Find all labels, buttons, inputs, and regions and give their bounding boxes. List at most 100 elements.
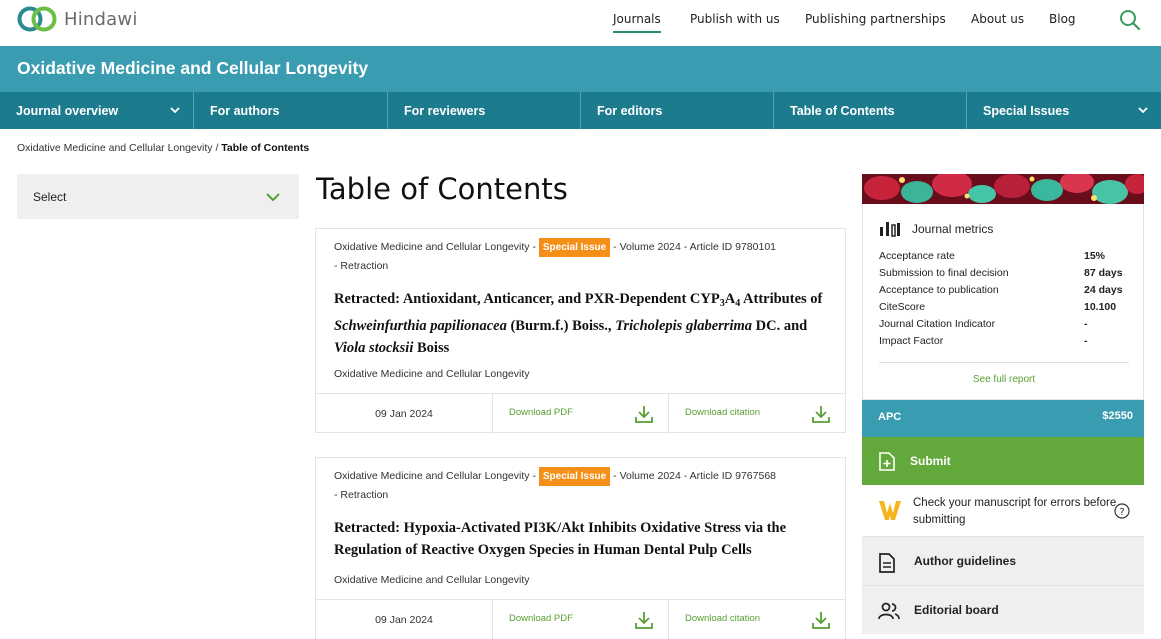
topnav-about[interactable]: About us — [971, 12, 1024, 26]
topnav-publish[interactable]: Publish with us — [690, 12, 780, 26]
article-card: Oxidative Medicine and Cellular Longevit… — [315, 228, 846, 434]
chevron-down-icon — [266, 193, 280, 202]
journal-metrics-heading: Journal metrics — [879, 221, 993, 237]
top-header: Hindawi Journals Publish with us Publish… — [0, 0, 1161, 45]
article-journal: Oxidative Medicine and Cellular Longevit… — [334, 574, 530, 586]
metric-label: CiteScore — [879, 301, 926, 313]
download-citation-button[interactable]: Download citation — [668, 394, 845, 434]
metric-row: Acceptance to publication 24 days — [879, 284, 1134, 296]
metric-value: 10.100 — [1084, 301, 1117, 313]
author-guidelines-link[interactable]: Author guidelines — [862, 536, 1144, 585]
hindawi-logo[interactable]: Hindawi — [17, 5, 138, 33]
document-add-icon — [879, 452, 895, 471]
article-card: Oxidative Medicine and Cellular Longevit… — [315, 457, 846, 639]
download-icon — [812, 406, 830, 423]
article-title-part: Retracted: Antioxidant, Anticancer, and … — [334, 291, 720, 307]
download-pdf-button[interactable]: Download PDF — [492, 600, 668, 639]
article-date: 09 Jan 2024 — [375, 408, 433, 420]
nav-table-of-contents[interactable]: Table of Contents — [774, 92, 967, 129]
special-issue-badge[interactable]: Special Issue — [538, 238, 611, 257]
journal-banner: Oxidative Medicine and Cellular Longevit… — [0, 46, 1161, 92]
topnav-partnerships[interactable]: Publishing partnerships — [805, 12, 946, 26]
metric-value: 15% — [1084, 250, 1106, 262]
breadcrumb: Oxidative Medicine and Cellular Longevit… — [17, 142, 309, 154]
article-date: 09 Jan 2024 — [375, 614, 433, 626]
download-icon — [635, 612, 653, 629]
article-title[interactable]: Retracted: Antioxidant, Anticancer, and … — [334, 288, 839, 359]
metric-row: Submission to final decision 87 days — [879, 267, 1134, 279]
breadcrumb-parent[interactable]: Oxidative Medicine and Cellular Longevit… — [17, 142, 213, 154]
filter-select[interactable]: Select — [17, 174, 299, 219]
nav-table-of-contents-label: Table of Contents — [790, 103, 895, 118]
submit-label: Submit — [910, 454, 951, 468]
metric-row: CiteScore 10.100 — [879, 301, 1134, 313]
article-title-part: DC. and — [752, 318, 808, 334]
hindawi-logo-icon — [17, 6, 57, 32]
article-type: - Retraction — [334, 489, 389, 501]
journal-metrics-title: Journal metrics — [912, 222, 994, 236]
nav-for-reviewers[interactable]: For reviewers — [388, 92, 581, 129]
nav-for-authors-label: For authors — [210, 103, 280, 118]
article-title-part: Attributes of — [740, 291, 823, 307]
topnav-blog[interactable]: Blog — [1049, 12, 1076, 26]
svg-text:?: ? — [1119, 507, 1124, 518]
journal-title[interactable]: Oxidative Medicine and Cellular Longevit… — [17, 58, 368, 79]
submit-button[interactable]: Submit — [862, 437, 1144, 485]
metric-row: Acceptance rate 15% — [879, 250, 1134, 262]
help-icon[interactable]: ? — [1114, 503, 1130, 519]
special-issue-badge[interactable]: Special Issue — [538, 467, 611, 486]
article-meta-journal: Oxidative Medicine and Cellular Longevit… — [334, 470, 539, 482]
article-meta-volume: - Volume 2024 - Article ID 9780101 — [610, 241, 776, 253]
nav-journal-overview-label: Journal overview — [16, 103, 119, 118]
article-type: - Retraction — [334, 260, 389, 272]
download-pdf-label: Download PDF — [509, 613, 573, 624]
download-pdf-button[interactable]: Download PDF — [492, 394, 668, 434]
chevron-down-icon — [1138, 107, 1148, 114]
article-actions: 09 Jan 2024 Download PDF Download citati… — [316, 599, 845, 639]
search-icon — [1120, 10, 1141, 31]
editorial-board-link[interactable]: Editorial board — [862, 585, 1144, 634]
journal-nav: Journal overview For authors For reviewe… — [0, 92, 1161, 129]
nav-for-authors[interactable]: For authors — [194, 92, 388, 129]
metric-label: Journal Citation Indicator — [879, 318, 996, 330]
article-title-species: Schweinfurthia papilionacea — [334, 318, 507, 334]
article-title-part: A — [724, 291, 736, 307]
filter-select-label: Select — [33, 190, 67, 204]
search-button[interactable] — [1119, 9, 1141, 35]
topnav-journals[interactable]: Journals — [613, 12, 661, 33]
people-icon — [878, 602, 900, 620]
brand-name: Hindawi — [64, 8, 138, 30]
author-guidelines-label: Author guidelines — [914, 554, 1016, 568]
nav-for-editors-label: For editors — [597, 103, 663, 118]
download-citation-button[interactable]: Download citation — [668, 600, 845, 639]
metric-label: Impact Factor — [879, 335, 944, 347]
nav-for-editors[interactable]: For editors — [581, 92, 774, 129]
article-title-species: Viola stocksii — [334, 340, 414, 356]
article-title[interactable]: Retracted: Hypoxia-Activated PI3K/Akt In… — [334, 517, 839, 561]
article-title-species: Tricholepis glaberrima — [615, 318, 752, 334]
see-full-report-link[interactable]: See full report — [863, 374, 1145, 385]
download-citation-label: Download citation — [685, 407, 760, 418]
bar-chart-icon — [880, 222, 900, 237]
writefull-logo-icon — [879, 501, 901, 520]
nav-special-issues[interactable]: Special Issues — [967, 92, 1161, 129]
article-meta-volume: - Volume 2024 - Article ID 9767568 — [610, 470, 776, 482]
article-title-part: Boiss — [413, 340, 450, 356]
apc-value: $2550 — [1102, 410, 1133, 422]
metric-value: - — [1084, 335, 1088, 347]
metric-row: Impact Factor - — [879, 335, 1134, 347]
page-title: Table of Contents — [316, 172, 568, 206]
article-actions: 09 Jan 2024 Download PDF Download citati… — [316, 393, 845, 434]
nav-journal-overview[interactable]: Journal overview — [0, 92, 194, 129]
metric-label: Acceptance to publication — [879, 284, 999, 296]
metric-value: 24 days — [1084, 284, 1123, 296]
chevron-down-icon — [170, 107, 180, 114]
metric-value: 87 days — [1084, 267, 1123, 279]
download-citation-label: Download citation — [685, 613, 760, 624]
apc-bar: APC $2550 — [862, 400, 1144, 437]
manuscript-check[interactable]: Check your manuscript for errors before … — [862, 485, 1144, 536]
breadcrumb-current: Table of Contents — [221, 142, 310, 154]
article-journal: Oxidative Medicine and Cellular Longevit… — [334, 368, 530, 380]
nav-for-reviewers-label: For reviewers — [404, 103, 486, 118]
nav-special-issues-label: Special Issues — [983, 103, 1070, 118]
